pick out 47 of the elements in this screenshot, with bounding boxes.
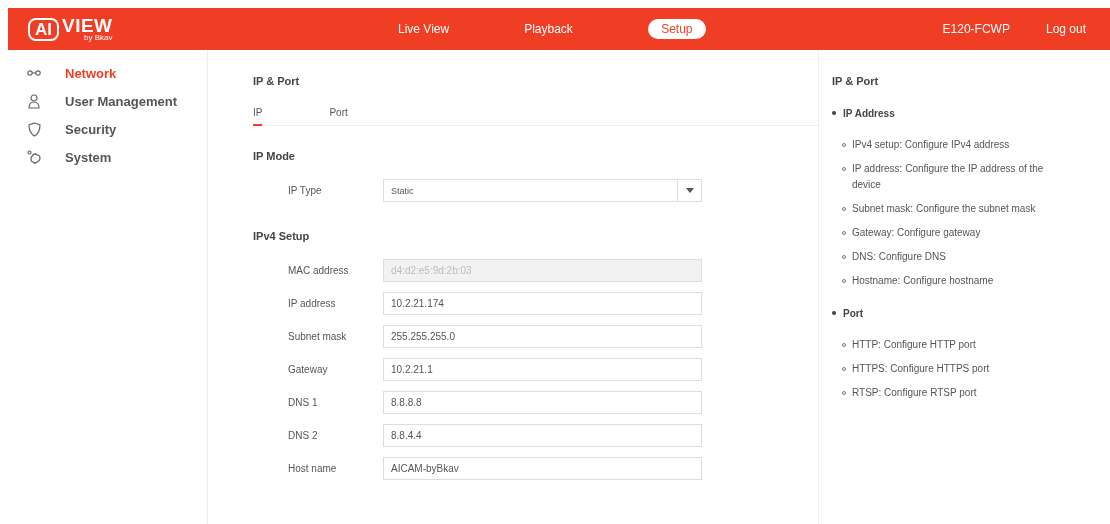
field-label: DNS 1 — [287, 397, 319, 408]
shield-icon — [27, 121, 41, 137]
sidebar-item[interactable]: System — [8, 143, 207, 171]
help-heading: IP Address — [843, 107, 895, 119]
field-label: Host name — [287, 463, 338, 474]
user-icon — [28, 93, 40, 109]
caret-icon — [685, 188, 694, 193]
nav-tab[interactable]: Setup — [647, 19, 706, 39]
help-title: IP & Port — [832, 75, 880, 87]
field-label: Gateway — [287, 364, 329, 375]
bullet-icon — [832, 111, 836, 115]
field-label: IP address — [287, 298, 337, 309]
help-heading: Port — [843, 307, 863, 319]
nav-tab[interactable]: Live View — [398, 19, 450, 39]
section-heading: IP Mode — [253, 150, 296, 162]
help-text: Subnet mask: Configure the subnet mask — [852, 202, 1036, 216]
input-field[interactable]: 255.255.255.0 — [383, 325, 702, 348]
input-field[interactable]: AICAM-byBkav — [383, 457, 702, 480]
field-label: Subnet mask — [287, 331, 348, 342]
page-title: IP & Port — [253, 75, 301, 87]
help-text: Hostname: Configure hostname — [852, 274, 994, 288]
help-text: RTSP: Configure RTSP port — [852, 386, 977, 400]
input-field[interactable]: 8.8.4.4 — [383, 424, 702, 447]
field-label: MAC address — [287, 265, 350, 276]
help-text: HTTP: Configure HTTP port — [852, 338, 976, 352]
field-label: IP Type — [287, 185, 323, 196]
sidebar-item[interactable]: Security — [8, 115, 207, 143]
help-text: IPv4 setup: Configure IPv4 address — [852, 138, 1010, 152]
help-text: Gateway: Configure gateway — [852, 226, 981, 240]
help-text: HTTPS: Configure HTTPS port — [852, 362, 990, 376]
input-field[interactable]: 10.2.21.1 — [383, 358, 702, 381]
nav-tab[interactable]: Playback — [524, 19, 573, 39]
input-field[interactable]: 10.2.21.174 — [383, 292, 702, 315]
sidebar-item[interactable]: User Management — [8, 87, 207, 115]
section-heading: IPv4 Setup — [253, 230, 311, 242]
bullet-icon — [832, 311, 836, 315]
help-text: DNS: Configure DNS — [852, 250, 946, 264]
ip-type-dropdown[interactable]: Static — [383, 179, 702, 202]
logout-link[interactable]: Log out — [1045, 22, 1086, 36]
network-icon — [27, 69, 41, 77]
help-text: IP address: Configure the IP address of the device — [852, 162, 1045, 192]
field-label: DNS 2 — [287, 430, 319, 441]
tab[interactable]: IP — [253, 107, 263, 126]
sidebar-item[interactable]: Network — [8, 59, 207, 87]
tab[interactable]: Port — [329, 107, 348, 126]
device-name: E120-FCWP — [942, 22, 1010, 36]
input-field[interactable]: 8.8.8.8 — [383, 391, 702, 414]
